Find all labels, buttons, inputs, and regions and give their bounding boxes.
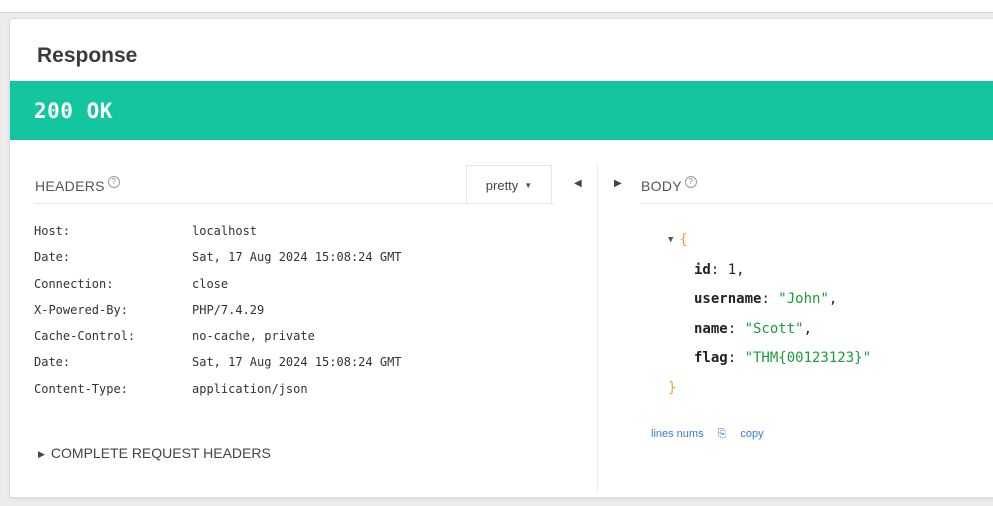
json-value: 1: [727, 261, 737, 278]
header-value: Sat, 17 Aug 2024 15:08:24 GMT: [192, 250, 402, 265]
json-close-line: }: [668, 380, 871, 410]
copy-link[interactable]: ⎘ copy: [718, 428, 778, 440]
json-key: flag: [694, 350, 728, 366]
headers-pane: HEADERS? pretty ▼ ◀ Host: localhost Date…: [10, 140, 598, 497]
copy-icon: ⎘: [717, 428, 727, 440]
response-title: Response: [37, 44, 138, 67]
complete-headers-label: COMPLETE REQUEST HEADERS: [50, 445, 271, 461]
header-name: Content-Type:: [34, 381, 128, 396]
json-viewer: ▼{ id: 1, username: "John", name: "Scott…: [668, 232, 871, 409]
header-list: Host: localhost Date: Sat, 17 Aug 2024 1…: [34, 224, 402, 408]
json-colon: :: [727, 320, 745, 337]
header-value: application/json: [192, 381, 308, 396]
json-property: username: "John",: [668, 291, 871, 321]
header-row: Content-Type: application/json: [34, 382, 402, 408]
header-value: localhost: [192, 224, 258, 238]
json-comma: ,: [828, 291, 838, 307]
header-row: Connection: close: [34, 277, 402, 303]
json-key: id: [694, 261, 711, 278]
json-key: name: [694, 320, 728, 337]
divider: [640, 203, 993, 204]
complete-request-headers-toggle[interactable]: ▶ COMPLETE REQUEST HEADERS: [38, 445, 271, 461]
header-row: X-Powered-By: PHP/7.4.29: [34, 303, 402, 329]
line-nums-link[interactable]: lines nums: [651, 428, 704, 440]
header-row: Date: Sat, 17 Aug 2024 15:08:24 GMT: [34, 250, 402, 276]
header-name: Date:: [34, 250, 71, 265]
json-colon: :: [727, 350, 745, 366]
body-actions: lines nums ⎘ copy: [651, 428, 792, 441]
json-close-brace: }: [668, 379, 677, 396]
copy-label: copy: [740, 428, 764, 440]
json-comma: ,: [736, 261, 745, 278]
help-icon[interactable]: ?: [684, 176, 697, 188]
json-property: name: "Scott",: [668, 321, 871, 351]
caret-down-icon: ▼: [524, 180, 533, 190]
header-value: PHP/7.4.29: [192, 302, 265, 317]
response-card: Response 200 OK HEADERS? pretty ▼ ◀ Host…: [9, 18, 993, 498]
json-colon: :: [710, 261, 728, 278]
help-icon[interactable]: ?: [107, 176, 120, 188]
headers-heading: HEADERS?: [35, 176, 120, 194]
header-row: Date: Sat, 17 Aug 2024 15:08:24 GMT: [34, 355, 402, 381]
header-name: X-Powered-By:: [34, 302, 128, 317]
body-heading: BODY?: [641, 176, 697, 194]
header-value: no-cache, private: [192, 329, 315, 344]
json-open-brace: {: [679, 232, 688, 248]
pretty-label: pretty: [485, 177, 519, 193]
headers-title: HEADERS: [35, 178, 105, 194]
body-pane: ▶ BODY? ▼{ id: 1, username: "John", name…: [598, 140, 993, 497]
expand-right-icon: ▶: [38, 449, 45, 459]
json-value: "John": [778, 291, 829, 307]
header-row: Cache-Control: no-cache, private: [34, 329, 402, 355]
json-open-line: ▼{: [668, 232, 871, 262]
json-value: "THM{00123123}": [744, 350, 872, 366]
header-row: Host: localhost: [34, 224, 402, 250]
json-property: flag: "THM{00123123}": [668, 350, 871, 380]
status-bar: 200 OK: [10, 81, 993, 140]
header-value: Sat, 17 Aug 2024 15:08:24 GMT: [192, 355, 402, 370]
json-value: "Scott": [744, 320, 804, 337]
header-value: close: [192, 276, 229, 291]
collapse-down-icon[interactable]: ▼: [668, 235, 673, 245]
expand-right-icon[interactable]: ▶: [614, 178, 622, 189]
header-name: Connection:: [34, 276, 114, 291]
json-property: id: 1,: [668, 262, 871, 292]
header-name: Date:: [34, 355, 71, 370]
pretty-format-dropdown[interactable]: pretty ▼: [466, 165, 552, 204]
json-comma: ,: [803, 320, 813, 337]
status-code: 200 OK: [34, 99, 113, 123]
collapse-left-icon[interactable]: ◀: [574, 178, 582, 189]
divider: [34, 203, 554, 204]
header-name: Cache-Control:: [34, 329, 136, 344]
json-colon: :: [761, 291, 779, 307]
body-title: BODY: [641, 178, 682, 194]
header-name: Host:: [34, 224, 71, 238]
json-key: username: [694, 291, 762, 307]
top-panel-edge: [0, 0, 993, 13]
